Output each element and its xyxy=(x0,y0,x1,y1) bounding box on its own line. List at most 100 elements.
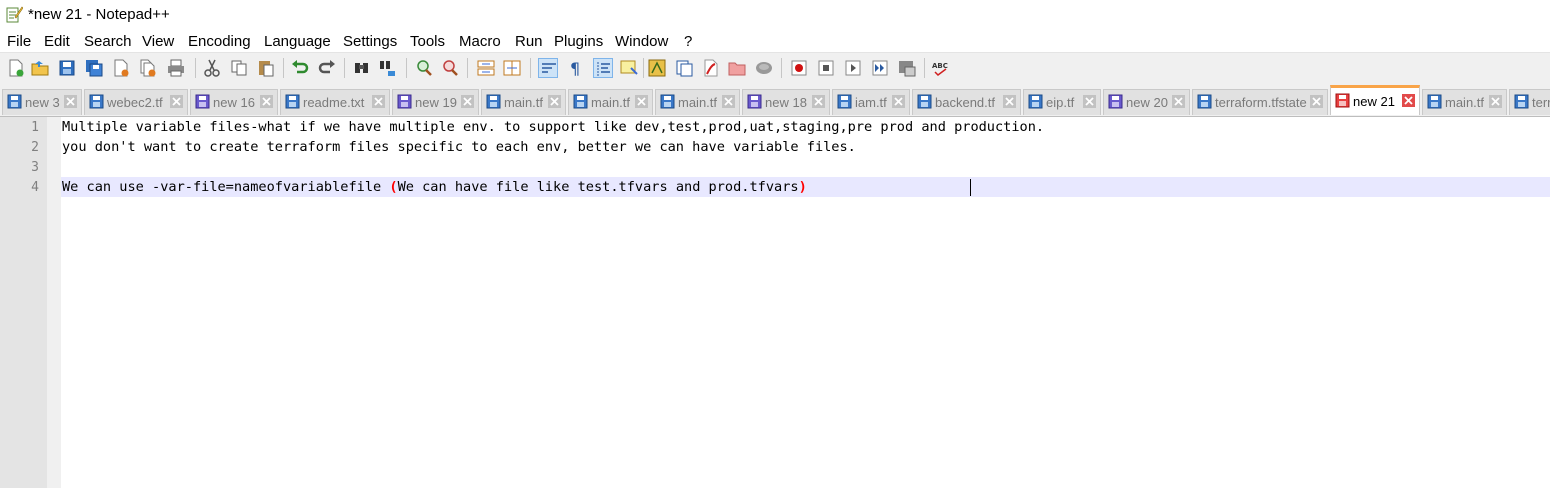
tab-label: backend.tf xyxy=(935,95,995,110)
zoom-out-icon[interactable] xyxy=(440,58,460,78)
undo-icon[interactable] xyxy=(290,58,310,78)
menu-plugins[interactable]: Plugins xyxy=(554,33,603,50)
menu-language[interactable]: Language xyxy=(264,33,331,50)
tab-label: new 18 xyxy=(765,95,807,110)
tab-terraform-tfstate[interactable]: terraform.tfstate xyxy=(1192,89,1328,115)
indent-guide-icon[interactable] xyxy=(593,58,613,78)
tab-bar: new 3 webec2.tf new 16 readme.txt new 19… xyxy=(0,83,1550,116)
close-icon[interactable] xyxy=(1402,94,1415,107)
folder-icon[interactable] xyxy=(727,58,747,78)
tab-main-tf-4[interactable]: main.tf xyxy=(1422,89,1507,115)
doc-map-icon[interactable] xyxy=(619,58,639,78)
close-icon[interactable] xyxy=(1489,95,1502,108)
save-icon xyxy=(1514,94,1529,109)
tab-new-20[interactable]: new 20 xyxy=(1103,89,1190,115)
line-number: 2 xyxy=(31,140,39,155)
toolbar-separator xyxy=(344,58,345,78)
tab-new-21[interactable]: new 21 xyxy=(1330,85,1420,115)
close-icon[interactable] xyxy=(1003,95,1016,108)
close-icon[interactable] xyxy=(1310,95,1323,108)
new-file-icon[interactable] xyxy=(6,58,26,78)
close-icon[interactable] xyxy=(892,95,905,108)
tab-label: readme.txt xyxy=(303,95,365,110)
spellcheck-icon[interactable]: ABC xyxy=(931,58,951,78)
tab-eip-tf[interactable]: eip.tf xyxy=(1023,89,1101,115)
menu-encoding[interactable]: Encoding xyxy=(188,33,251,50)
menu-macro[interactable]: Macro xyxy=(459,33,501,50)
close-icon[interactable] xyxy=(1172,95,1185,108)
close-icon[interactable] xyxy=(260,95,273,108)
code-line-1[interactable]: Multiple variable files-what if we have … xyxy=(62,119,1044,135)
replace-icon[interactable] xyxy=(378,58,398,78)
menu-bar: File Edit Search View Encoding Language … xyxy=(0,30,1550,52)
monitor-icon[interactable] xyxy=(754,58,774,78)
close-icon[interactable] xyxy=(635,95,648,108)
tab-webec2-tf[interactable]: webec2.tf xyxy=(84,89,188,115)
paste-icon[interactable] xyxy=(256,58,276,78)
cut-icon[interactable] xyxy=(202,58,222,78)
close-icon[interactable] xyxy=(372,95,385,108)
line-number: 4 xyxy=(31,180,39,195)
save-all-icon[interactable] xyxy=(84,58,104,78)
run-macro-multiple-icon[interactable] xyxy=(870,58,890,78)
menu-edit[interactable]: Edit xyxy=(44,33,70,50)
tab-label: main.tf xyxy=(678,95,718,110)
tab-main-tf-1[interactable]: main.tf xyxy=(481,89,566,115)
tab-readme-txt[interactable]: readme.txt xyxy=(280,89,390,115)
tab-new-3[interactable]: new 3 xyxy=(2,89,82,115)
fold-margin[interactable] xyxy=(47,117,61,488)
menu-help[interactable]: ? xyxy=(684,33,692,50)
show-all-chars-icon[interactable]: ¶ xyxy=(565,58,585,78)
close-icon[interactable] xyxy=(170,95,183,108)
tab-main-tf-3[interactable]: main.tf xyxy=(655,89,740,115)
redo-icon[interactable] xyxy=(317,58,337,78)
tab-new-19[interactable]: new 19 xyxy=(392,89,479,115)
open-file-icon[interactable] xyxy=(30,58,50,78)
close-icon[interactable] xyxy=(64,95,77,108)
language-icon[interactable] xyxy=(647,58,667,78)
close-icon[interactable] xyxy=(548,95,561,108)
save-icon xyxy=(747,94,762,109)
code-line-4[interactable]: We can use -var-file=nameofvariablefile … xyxy=(62,179,807,195)
word-wrap-icon[interactable] xyxy=(538,58,558,78)
close-all-icon[interactable] xyxy=(138,58,158,78)
menu-view[interactable]: View xyxy=(142,33,174,50)
find-icon[interactable] xyxy=(352,58,372,78)
menu-window[interactable]: Window xyxy=(615,33,668,50)
function-list-icon[interactable] xyxy=(674,58,694,78)
sync-horizontal-icon[interactable] xyxy=(502,58,522,78)
close-icon[interactable] xyxy=(812,95,825,108)
menu-run[interactable]: Run xyxy=(515,33,543,50)
menu-settings[interactable]: Settings xyxy=(343,33,397,50)
close-icon[interactable] xyxy=(1083,95,1096,108)
tab-label: iam.tf xyxy=(855,95,887,110)
line-number: 3 xyxy=(31,160,39,175)
close-icon[interactable] xyxy=(461,95,474,108)
menu-tools[interactable]: Tools xyxy=(410,33,445,50)
pdf-icon[interactable] xyxy=(701,58,721,78)
zoom-in-icon[interactable] xyxy=(414,58,434,78)
close-icon[interactable] xyxy=(722,95,735,108)
print-icon[interactable] xyxy=(166,58,186,78)
save-macro-icon[interactable] xyxy=(897,58,917,78)
toolbar-separator xyxy=(406,58,407,78)
sync-vertical-icon[interactable] xyxy=(476,58,496,78)
editor-area[interactable]: 1 2 3 4 Multiple variable files-what if … xyxy=(0,116,1550,488)
play-macro-icon[interactable] xyxy=(843,58,863,78)
tab-new-18[interactable]: new 18 xyxy=(742,89,830,115)
copy-icon[interactable] xyxy=(229,58,249,78)
tab-iam-tf[interactable]: iam.tf xyxy=(832,89,910,115)
close-icon[interactable] xyxy=(111,58,131,78)
stop-record-icon[interactable] xyxy=(816,58,836,78)
record-macro-icon[interactable] xyxy=(789,58,809,78)
tab-label: new 21 xyxy=(1353,94,1395,109)
line-number: 1 xyxy=(31,120,39,135)
tab-new-16[interactable]: new 16 xyxy=(190,89,278,115)
tab-backend-tf[interactable]: backend.tf xyxy=(912,89,1021,115)
menu-file[interactable]: File xyxy=(7,33,31,50)
menu-search[interactable]: Search xyxy=(84,33,132,50)
tab-main-tf-2[interactable]: main.tf xyxy=(568,89,653,115)
code-line-2[interactable]: you don't want to create terraform files… xyxy=(62,139,856,155)
save-icon[interactable] xyxy=(57,58,77,78)
tab-terr-partial[interactable]: terr xyxy=(1509,89,1550,115)
